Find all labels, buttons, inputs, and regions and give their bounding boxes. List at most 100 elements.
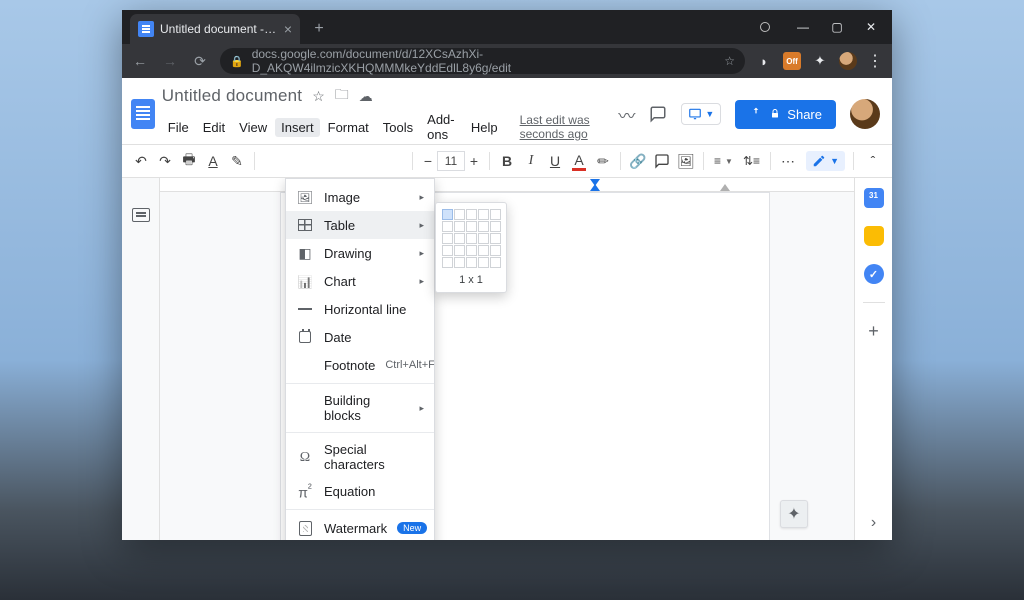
- more-tools-button[interactable]: ⋯: [777, 149, 799, 173]
- ruler-right-margin-marker-icon[interactable]: [720, 184, 730, 191]
- insert-menu-item-building-blocks[interactable]: Building blocks▸: [286, 388, 434, 428]
- table-grid-cell[interactable]: [466, 221, 477, 232]
- table-grid-cell[interactable]: [454, 221, 465, 232]
- font-size-value[interactable]: 11: [437, 151, 465, 171]
- table-grid-cell[interactable]: [454, 257, 465, 268]
- cloud-saved-icon[interactable]: ☁: [359, 88, 373, 105]
- table-grid-cell[interactable]: [466, 257, 477, 268]
- reload-button[interactable]: ⟳: [190, 53, 210, 70]
- table-grid-cell[interactable]: [466, 245, 477, 256]
- explore-button[interactable]: ✦: [780, 500, 808, 528]
- undo-button[interactable]: ↶: [130, 149, 152, 173]
- menu-addons[interactable]: Add-ons: [421, 110, 463, 144]
- italic-button[interactable]: I: [520, 149, 542, 173]
- table-grid-cell[interactable]: [490, 209, 501, 220]
- insert-menu-item-table[interactable]: Table▸: [286, 211, 434, 239]
- editing-mode-button[interactable]: ▼: [806, 151, 845, 171]
- paint-format-button[interactable]: ✎: [226, 149, 248, 173]
- menu-format[interactable]: Format: [322, 118, 375, 137]
- table-grid-cell[interactable]: [478, 209, 489, 220]
- print-button[interactable]: 🖶: [178, 149, 200, 173]
- move-button[interactable]: 🗀: [335, 84, 349, 108]
- table-grid-cell[interactable]: [490, 257, 501, 268]
- activity-icon[interactable]: 〰: [618, 102, 635, 127]
- new-tab-button[interactable]: +: [306, 16, 332, 42]
- insert-image-button[interactable]: 🖼: [675, 149, 697, 173]
- insert-menu-item-footnote[interactable]: FootnoteCtrl+Alt+F: [286, 351, 434, 379]
- document-title[interactable]: Untitled document: [162, 86, 302, 106]
- insert-menu-item-drawing[interactable]: Drawing▸: [286, 239, 434, 267]
- bold-button[interactable]: B: [496, 149, 518, 173]
- table-grid-cell[interactable]: [442, 221, 453, 232]
- minimize-button[interactable]: —: [786, 13, 820, 41]
- highlight-button[interactable]: ✏: [592, 149, 614, 173]
- extension-icon-1[interactable]: ◗: [755, 52, 773, 70]
- comments-icon[interactable]: [649, 105, 667, 123]
- add-comment-button[interactable]: [651, 149, 673, 173]
- table-grid-cell[interactable]: [466, 233, 477, 244]
- collapse-toolbar-button[interactable]: ˆ: [862, 149, 884, 173]
- star-button[interactable]: ☆: [312, 88, 325, 105]
- tasks-app-icon[interactable]: [864, 264, 884, 284]
- table-grid-cell[interactable]: [478, 257, 489, 268]
- extension-icon-2[interactable]: Off: [783, 52, 801, 70]
- insert-menu-item-chart[interactable]: Chart▸: [286, 267, 434, 295]
- insert-menu-item-image[interactable]: Image▸: [286, 183, 434, 211]
- insert-menu-item-horizontal-line[interactable]: Horizontal line: [286, 295, 434, 323]
- insert-menu-item-date[interactable]: Date: [286, 323, 434, 351]
- menu-help[interactable]: Help: [465, 118, 504, 137]
- insert-menu-item-equation[interactable]: π²Equation: [286, 477, 434, 505]
- back-button[interactable]: ←: [130, 53, 150, 69]
- text-color-button[interactable]: A: [568, 149, 590, 173]
- underline-button[interactable]: U: [544, 149, 566, 173]
- maximize-button[interactable]: ▢: [820, 13, 854, 41]
- table-grid-cell[interactable]: [454, 233, 465, 244]
- collapse-panel-button[interactable]: ›: [871, 514, 876, 532]
- browser-tab[interactable]: Untitled document - Google Doc ×: [130, 14, 300, 44]
- table-grid[interactable]: [442, 209, 500, 268]
- font-size-decrease[interactable]: −: [419, 153, 437, 169]
- table-grid-cell[interactable]: [478, 233, 489, 244]
- spellcheck-button[interactable]: A: [202, 149, 224, 173]
- menu-tools[interactable]: Tools: [377, 118, 419, 137]
- table-grid-cell[interactable]: [478, 245, 489, 256]
- keep-app-icon[interactable]: [864, 226, 884, 246]
- table-grid-cell[interactable]: [442, 209, 453, 220]
- browser-menu-button[interactable]: ⋮: [867, 51, 884, 71]
- table-grid-cell[interactable]: [466, 209, 477, 220]
- menu-insert[interactable]: Insert: [275, 118, 320, 137]
- table-grid-cell[interactable]: [442, 233, 453, 244]
- table-grid-cell[interactable]: [442, 245, 453, 256]
- insert-link-button[interactable]: 🔗: [627, 149, 649, 173]
- share-button[interactable]: Share: [735, 100, 836, 129]
- table-grid-cell[interactable]: [442, 257, 453, 268]
- profile-avatar-icon[interactable]: [839, 52, 857, 70]
- calendar-app-icon[interactable]: [864, 188, 884, 208]
- last-edit-link[interactable]: Last edit was seconds ago: [514, 111, 613, 143]
- align-dropdown[interactable]: ≡ ▼: [710, 154, 737, 168]
- table-grid-cell[interactable]: [490, 221, 501, 232]
- docs-logo-icon[interactable]: [130, 95, 156, 133]
- table-grid-cell[interactable]: [454, 209, 465, 220]
- ruler-left-margin-marker-icon[interactable]: [590, 184, 600, 191]
- account-avatar[interactable]: [850, 99, 880, 129]
- forward-button[interactable]: →: [160, 53, 180, 69]
- horizontal-ruler[interactable]: [160, 178, 854, 192]
- present-button[interactable]: ▼: [681, 103, 721, 125]
- table-grid-cell[interactable]: [490, 245, 501, 256]
- table-grid-cell[interactable]: [454, 245, 465, 256]
- bookmark-star-icon[interactable]: ☆: [724, 54, 735, 68]
- add-addon-button[interactable]: +: [868, 321, 879, 342]
- insert-menu-item-special-characters[interactable]: Special characters: [286, 437, 434, 477]
- outline-toggle-icon[interactable]: [132, 208, 150, 222]
- address-bar[interactable]: 🔒 docs.google.com/document/d/12XCsAzhXi-…: [220, 48, 745, 74]
- menu-edit[interactable]: Edit: [197, 118, 231, 137]
- close-window-button[interactable]: ✕: [854, 13, 888, 41]
- tab-close-button[interactable]: ×: [284, 21, 292, 37]
- table-grid-cell[interactable]: [490, 233, 501, 244]
- insert-menu-item-watermark[interactable]: WatermarkNew: [286, 514, 434, 540]
- font-size-increase[interactable]: +: [465, 153, 483, 169]
- menu-file[interactable]: File: [162, 118, 195, 137]
- redo-button[interactable]: ↷: [154, 149, 176, 173]
- table-grid-cell[interactable]: [478, 221, 489, 232]
